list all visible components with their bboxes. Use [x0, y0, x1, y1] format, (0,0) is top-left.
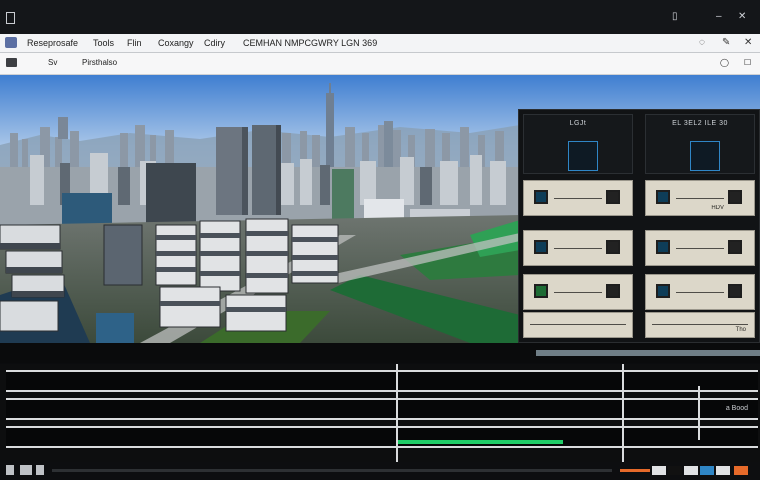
card-divider	[554, 248, 602, 249]
swatch-light[interactable]	[716, 466, 730, 475]
timeline-track[interactable]	[52, 469, 612, 472]
table-cell: a Bood	[624, 398, 758, 420]
menu-item-0[interactable]: Reseprosafe	[27, 38, 78, 48]
map-icon	[656, 190, 670, 204]
layers-table: a Bood	[0, 364, 760, 462]
card-divider	[676, 248, 724, 249]
footer-caption: Tho	[735, 327, 746, 333]
panel-card[interactable]	[523, 274, 633, 310]
footer-divider	[530, 324, 626, 325]
app-logo-icon	[5, 37, 17, 48]
column-divider	[698, 386, 700, 440]
dashboard-panel: LGJt EL 3EL2 ILE 30 HDV Tho	[518, 109, 760, 343]
project-title: CEMHAN NMPCGWRY LGN 369	[243, 38, 378, 48]
panel-footer: Tho	[645, 312, 755, 338]
footer-divider	[652, 324, 748, 325]
toolbar-item-sv[interactable]: Sv	[48, 58, 57, 67]
device-icon	[606, 284, 620, 298]
panel-card[interactable]	[523, 230, 633, 266]
panel-card[interactable]: HDV	[645, 180, 755, 216]
menu-item-2[interactable]: Flin	[127, 38, 142, 48]
timeline-bar	[0, 462, 760, 480]
table-cell	[6, 370, 396, 392]
menubar: Reseprosafe Tools Flin Coxangy Cdiry CEM…	[0, 34, 760, 53]
panel-column-2: EL 3EL2 ILE 30 HDV Tho	[641, 114, 759, 340]
table-cell	[6, 398, 396, 420]
map-icon	[534, 284, 548, 298]
map-icon	[656, 284, 670, 298]
table-cell	[6, 426, 396, 448]
device-icon	[728, 240, 742, 254]
table-row[interactable]	[6, 370, 758, 392]
column-divider	[622, 364, 624, 462]
map-icon	[656, 240, 670, 254]
panel-footer	[523, 312, 633, 338]
panel-toggle-icon[interactable]: ☐	[744, 58, 751, 67]
panel-column-1: LGJt	[519, 114, 637, 340]
minimize-icon[interactable]: –	[716, 11, 722, 23]
panel-card[interactable]	[523, 180, 633, 216]
panel-card[interactable]	[645, 274, 755, 310]
table-cell	[398, 398, 622, 420]
card-divider	[554, 292, 602, 293]
menu-close-icon[interactable]: ✕	[744, 37, 752, 49]
table-row[interactable]	[6, 426, 758, 448]
device-icon	[728, 284, 742, 298]
card-divider	[676, 198, 724, 199]
edit-icon[interactable]: ✎	[722, 37, 730, 49]
map-icon	[534, 190, 548, 204]
card-caption: HDV	[711, 205, 724, 211]
menu-item-3[interactable]: Coxangy	[158, 38, 194, 48]
table-cell	[398, 370, 622, 392]
column-divider	[396, 364, 398, 462]
toolbar-item-3[interactable]: Pirsthalso	[82, 58, 117, 67]
swatch-dark[interactable]	[668, 466, 682, 475]
toolbar: Sv Pirsthalso ◯ ☐	[0, 53, 760, 75]
panel-column-header: EL 3EL2 ILE 30	[645, 114, 755, 174]
step-icon[interactable]	[36, 465, 44, 475]
table-row[interactable]: a Bood	[6, 398, 758, 420]
table-cell	[398, 426, 622, 448]
timeline-marker[interactable]	[620, 469, 650, 472]
table-cell	[624, 370, 758, 392]
monitor-icon	[568, 141, 598, 171]
restore-icon[interactable]: ▯	[672, 11, 678, 23]
window-titlebar: ▯ – ✕	[0, 0, 760, 34]
swatch-light[interactable]	[684, 466, 698, 475]
close-icon[interactable]: ✕	[738, 11, 746, 23]
play-icon[interactable]	[6, 465, 14, 475]
row-progress-fill	[398, 440, 563, 444]
stop-icon[interactable]	[20, 465, 32, 475]
app-icon	[6, 12, 15, 24]
panel-column-title: EL 3EL2 ILE 30	[672, 120, 728, 127]
panel-column-header: LGJt	[523, 114, 633, 174]
swatch-orange[interactable]	[734, 466, 748, 475]
menu-item-4[interactable]: Cdiry	[204, 38, 225, 48]
search-icon[interactable]: ◯	[720, 58, 729, 67]
row-right-label: a Bood	[725, 405, 748, 412]
monitor-icon	[690, 141, 720, 171]
menu-item-tools[interactable]: Tools	[93, 38, 114, 48]
panel-column-title: LGJt	[569, 120, 587, 127]
status-strip	[0, 343, 760, 363]
map-icon	[534, 240, 548, 254]
panel-card[interactable]	[645, 230, 755, 266]
swatch-light[interactable]	[652, 466, 666, 475]
settings-icon[interactable]: ◌	[699, 37, 705, 49]
device-icon	[606, 190, 620, 204]
device-icon	[728, 190, 742, 204]
card-divider	[554, 198, 602, 199]
device-icon	[606, 240, 620, 254]
status-progress-bar	[536, 350, 760, 356]
camera-icon[interactable]	[6, 58, 17, 67]
table-cell	[624, 426, 758, 448]
card-divider	[676, 292, 724, 293]
swatch-blue[interactable]	[700, 466, 714, 475]
